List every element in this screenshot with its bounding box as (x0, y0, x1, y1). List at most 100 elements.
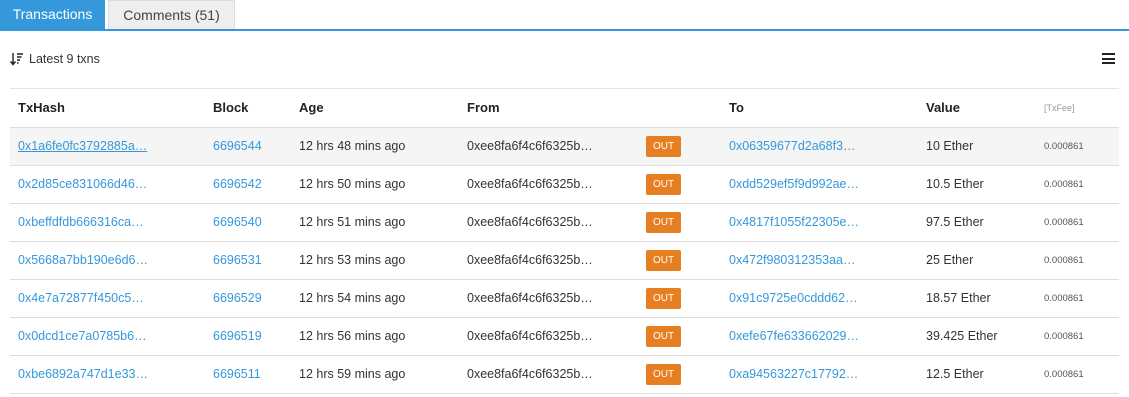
table-row: 0x2d85ce831066d46… 6696542 12 hrs 50 mins … (10, 165, 1119, 204)
cell-from: 0xee8fa6f4c6f6325b… (459, 279, 646, 318)
hamburger-menu-icon[interactable] (1102, 53, 1115, 64)
cell-from: 0xee8fa6f4c6f6325b… (459, 355, 646, 394)
txn-summary: Latest 9 txns (10, 50, 100, 68)
block-link[interactable]: 6696519 (213, 329, 262, 343)
cell-from: 0xee8fa6f4c6f6325b… (459, 127, 646, 166)
txhash-link[interactable]: 0x5668a7bb190e6d6… (18, 253, 148, 267)
cell-to[interactable]: 0x4817f1055f22305e… (721, 203, 918, 242)
txhash-link[interactable]: 0xbeffdfdb666316ca… (18, 215, 144, 229)
block-link[interactable]: 6696531 (213, 253, 262, 267)
table-header-row: TxHash Block Age From To Value [TxFee] (10, 89, 1119, 128)
block-link[interactable]: 6696542 (213, 177, 262, 191)
out-badge: OUT (646, 211, 681, 233)
cell-age: 12 hrs 48 mins ago (291, 127, 459, 166)
col-header-age: Age (291, 89, 459, 128)
cell-txhash[interactable]: 0x2d85ce831066d46… (10, 165, 205, 204)
cell-to[interactable]: 0xdd529ef5f9d992ae… (721, 165, 918, 204)
txhash-link[interactable]: 0x1a6fe0fc3792885a… (18, 139, 147, 153)
cell-age: 12 hrs 50 mins ago (291, 165, 459, 204)
table-row: 0xbeffdfdb666316ca… 6696540 12 hrs 51 mins… (10, 203, 1119, 242)
out-badge: OUT (646, 363, 681, 385)
col-header-value: Value (918, 89, 1036, 128)
cell-txfee: 0.000861 (1036, 203, 1119, 242)
table-row: 0xbe6892a747d1e33… 6696511 12 hrs 59 mins … (10, 355, 1119, 394)
table-row: 0x1a6fe0fc3792885a… 6696544 12 hrs 48 mins… (10, 127, 1119, 166)
cell-age: 12 hrs 51 mins ago (291, 203, 459, 242)
txhash-link[interactable]: 0xbe6892a747d1e33… (18, 367, 148, 381)
cell-value: 39.425 Ether (918, 317, 1036, 356)
to-address-link[interactable]: 0x06359677d2a68f3… (729, 139, 856, 153)
cell-txhash[interactable]: 0x5668a7bb190e6d6… (10, 241, 205, 280)
col-header-direction (646, 89, 721, 128)
to-address-link[interactable]: 0x472f980312353aa… (729, 253, 856, 267)
cell-value: 12.5 Ether (918, 355, 1036, 394)
table-row: 0x5668a7bb190e6d6… 6696531 12 hrs 53 mins … (10, 241, 1119, 280)
tab-bar: Transactions Comments (51) (0, 0, 1129, 31)
cell-to[interactable]: 0x91c9725e0cddd62… (721, 279, 918, 318)
cell-block[interactable]: 6696542 (205, 165, 291, 204)
tab-comments[interactable]: Comments (51) (108, 0, 235, 29)
cell-block[interactable]: 6696531 (205, 241, 291, 280)
cell-value: 10 Ether (918, 127, 1036, 166)
cell-value: 97.5 Ether (918, 203, 1036, 242)
cell-txfee: 0.000861 (1036, 355, 1119, 394)
cell-txfee: 0.000861 (1036, 317, 1119, 356)
cell-age: 12 hrs 53 mins ago (291, 241, 459, 280)
cell-to[interactable]: 0xefe67fe633662029… (721, 317, 918, 356)
out-badge: OUT (646, 325, 681, 347)
cell-block[interactable]: 6696540 (205, 203, 291, 242)
cell-txfee: 0.000861 (1036, 127, 1119, 166)
cell-txfee: 0.000861 (1036, 279, 1119, 318)
to-address-link[interactable]: 0xa94563227c17792… (729, 367, 858, 381)
block-link[interactable]: 6696529 (213, 291, 262, 305)
cell-age: 12 hrs 59 mins ago (291, 355, 459, 394)
tab-transactions[interactable]: Transactions (0, 0, 105, 29)
col-header-block: Block (205, 89, 291, 128)
cell-txhash[interactable]: 0xbeffdfdb666316ca… (10, 203, 205, 242)
cell-to[interactable]: 0xa94563227c17792… (721, 355, 918, 394)
cell-txhash[interactable]: 0x4e7a72877f450c5… (10, 279, 205, 318)
cell-direction: OUT (646, 165, 721, 204)
txhash-link[interactable]: 0x2d85ce831066d46… (18, 177, 147, 191)
cell-direction: OUT (646, 317, 721, 356)
col-header-txhash: TxHash (10, 89, 205, 128)
cell-txhash[interactable]: 0xbe6892a747d1e33… (10, 355, 205, 394)
out-badge: OUT (646, 173, 681, 195)
cell-age: 12 hrs 54 mins ago (291, 279, 459, 318)
sort-descending-icon (10, 53, 23, 66)
to-address-link[interactable]: 0xdd529ef5f9d992ae… (729, 177, 859, 191)
cell-block[interactable]: 6696529 (205, 279, 291, 318)
table-body: 0x1a6fe0fc3792885a… 6696544 12 hrs 48 mins… (10, 127, 1119, 394)
cell-direction: OUT (646, 203, 721, 242)
cell-direction: OUT (646, 355, 721, 394)
cell-block[interactable]: 6696544 (205, 127, 291, 166)
cell-txfee: 0.000861 (1036, 241, 1119, 280)
cell-block[interactable]: 6696511 (205, 355, 291, 394)
cell-age: 12 hrs 56 mins ago (291, 317, 459, 356)
block-link[interactable]: 6696540 (213, 215, 262, 229)
cell-txhash[interactable]: 0x1a6fe0fc3792885a… (10, 127, 205, 166)
cell-txhash[interactable]: 0x0dcd1ce7a0785b6… (10, 317, 205, 356)
cell-from: 0xee8fa6f4c6f6325b… (459, 317, 646, 356)
out-badge: OUT (646, 249, 681, 271)
txhash-link[interactable]: 0x4e7a72877f450c5… (18, 291, 144, 305)
cell-direction: OUT (646, 127, 721, 166)
txhash-link[interactable]: 0x0dcd1ce7a0785b6… (18, 329, 147, 343)
cell-from: 0xee8fa6f4c6f6325b… (459, 241, 646, 280)
block-link[interactable]: 6696544 (213, 139, 262, 153)
to-address-link[interactable]: 0x4817f1055f22305e… (729, 215, 859, 229)
cell-txfee: 0.000861 (1036, 165, 1119, 204)
cell-value: 18.57 Ether (918, 279, 1036, 318)
cell-to[interactable]: 0x472f980312353aa… (721, 241, 918, 280)
to-address-link[interactable]: 0x91c9725e0cddd62… (729, 291, 858, 305)
cell-block[interactable]: 6696519 (205, 317, 291, 356)
col-header-txfee: [TxFee] (1036, 89, 1119, 128)
cell-from: 0xee8fa6f4c6f6325b… (459, 165, 646, 204)
to-address-link[interactable]: 0xefe67fe633662029… (729, 329, 859, 343)
cell-value: 25 Ether (918, 241, 1036, 280)
cell-to[interactable]: 0x06359677d2a68f3… (721, 127, 918, 166)
out-badge: OUT (646, 135, 681, 157)
table-row: 0x0dcd1ce7a0785b6… 6696519 12 hrs 56 mins … (10, 317, 1119, 356)
block-link[interactable]: 6696511 (213, 367, 261, 381)
txn-summary-label: Latest 9 txns (29, 52, 100, 66)
